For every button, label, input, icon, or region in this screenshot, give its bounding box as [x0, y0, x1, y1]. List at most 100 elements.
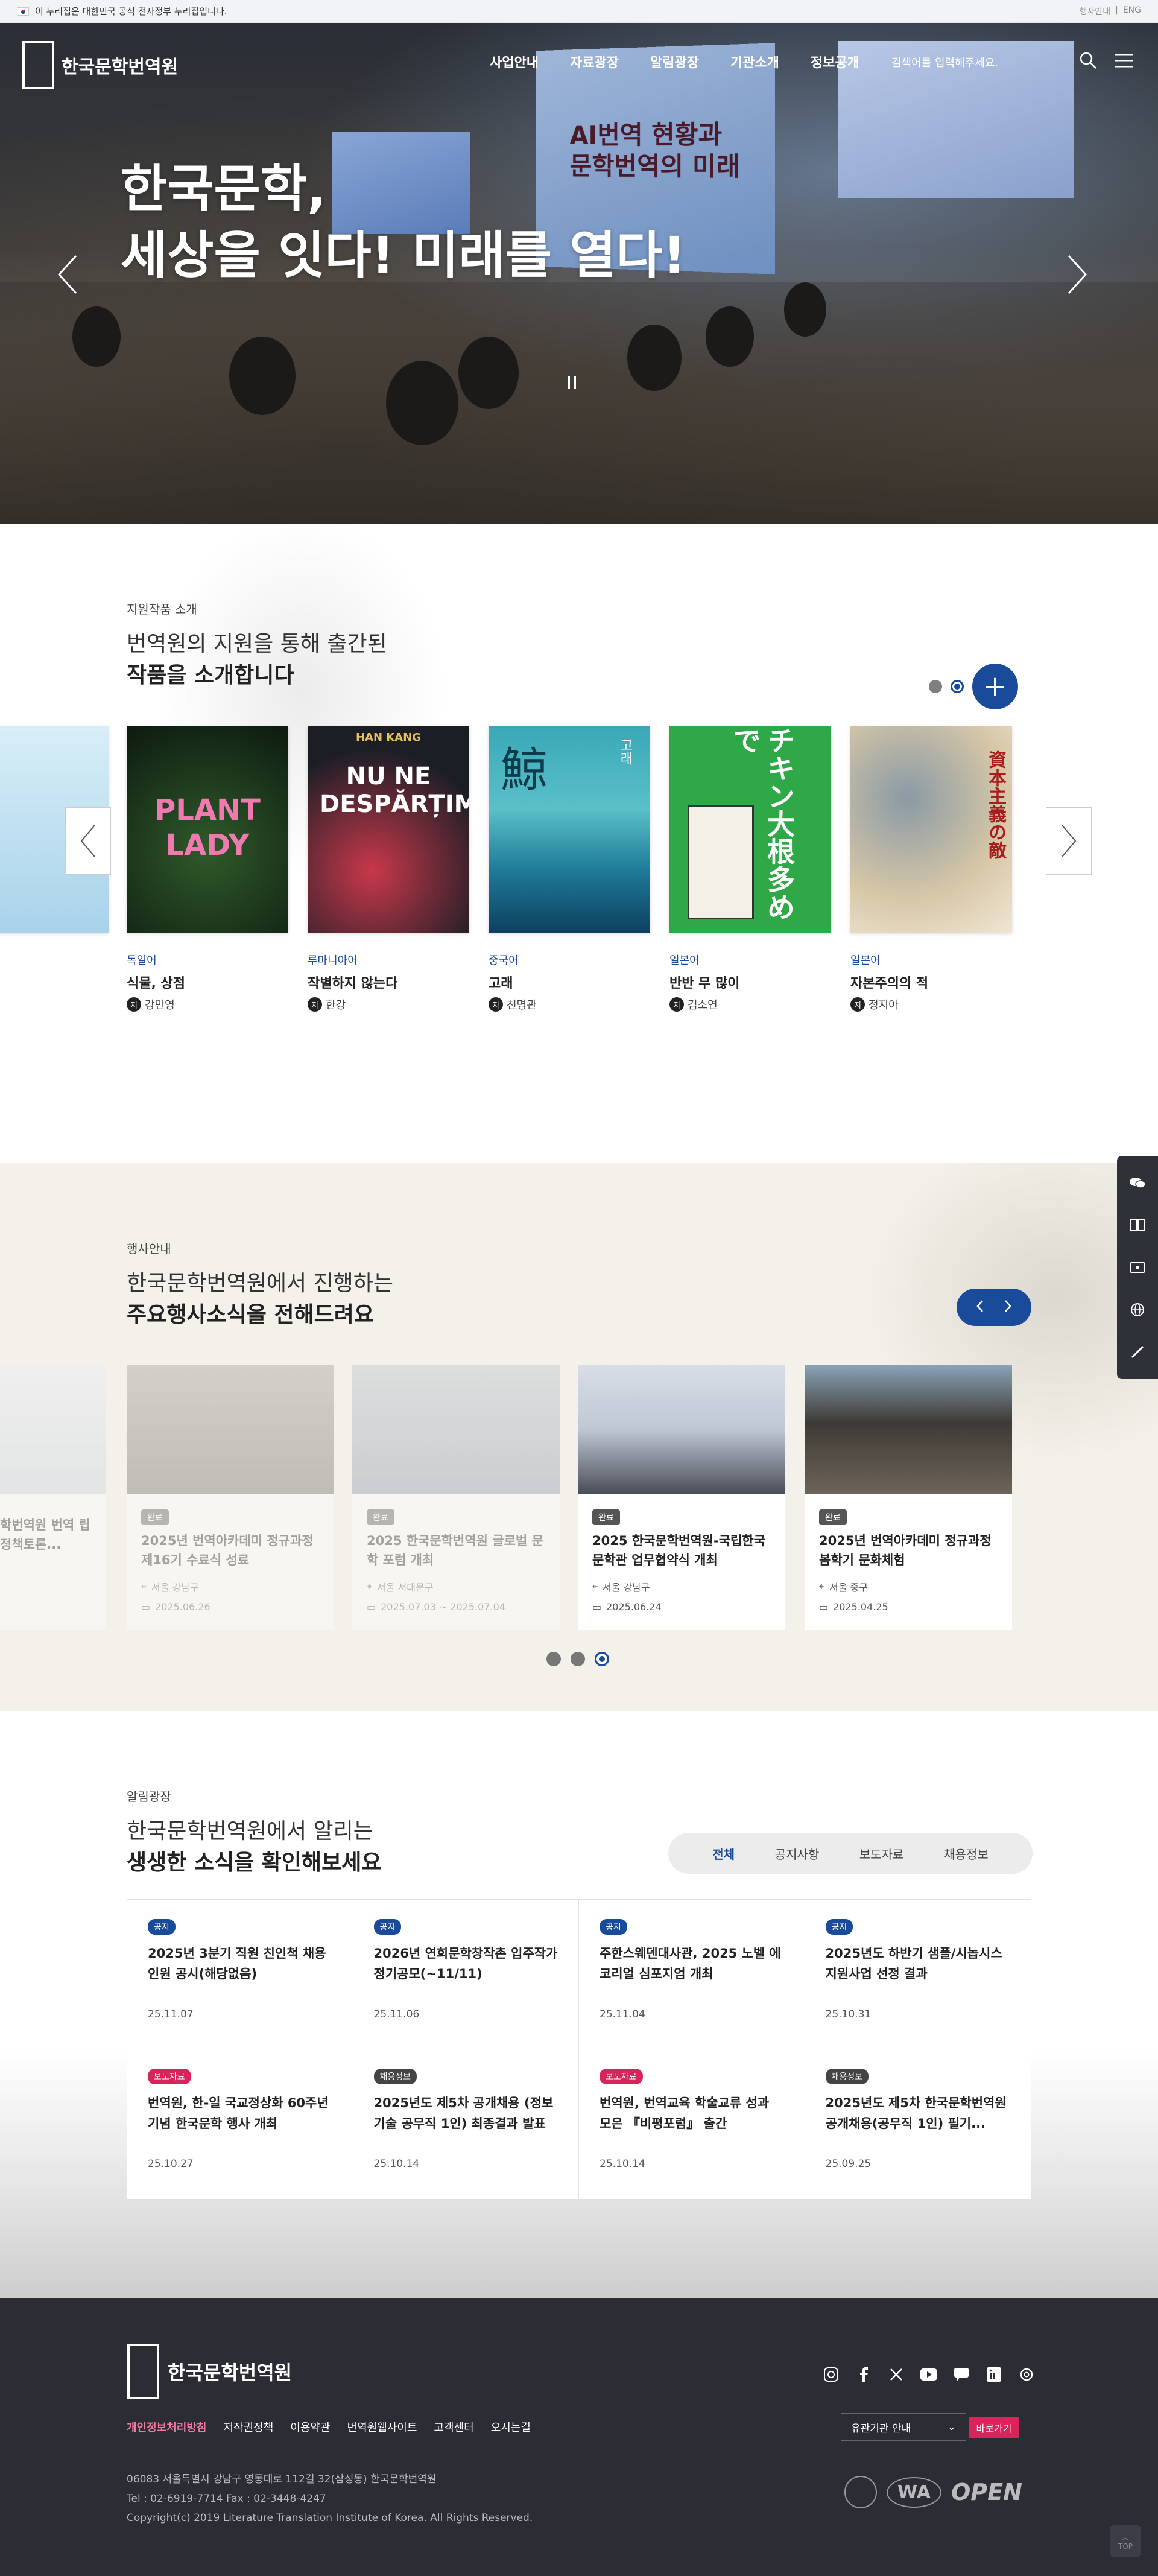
- book-card[interactable]: HAN KANG NU NE DESPĂRȚIM 루마니아어 작별하지 않는다 …: [308, 726, 469, 1012]
- hero-audience: [0, 282, 1158, 524]
- menu-icon[interactable]: [1113, 49, 1135, 71]
- notice-title: 번역원, 한-일 국교정상화 60주년 기념 한국문학 행사 개최: [148, 2096, 329, 2131]
- footer-link-support[interactable]: 고객센터: [434, 2419, 473, 2435]
- notice-title: 2025년도 제5차 한국문학번역원 공개채용(공무직 1인) 필기...: [825, 2096, 1007, 2131]
- event-card[interactable]: 완료 2025년 번역아카데미 정규과정 봄학기 문화체험 ⌖ 서울 중구 ▭ 20…: [805, 1365, 1012, 1630]
- tab-jobs[interactable]: 채용정보: [944, 1845, 989, 1862]
- x-icon[interactable]: [888, 2366, 905, 2383]
- gov-link-eng[interactable]: ENG: [1123, 5, 1141, 17]
- chat-icon[interactable]: [953, 2366, 970, 2383]
- book-language: 일본어: [669, 954, 700, 967]
- author-badge-icon: 지: [850, 997, 865, 1012]
- events-dot-2[interactable]: [571, 1652, 585, 1666]
- notices-grid: 공지 2025년 3분기 직원 친인척 채용 인원 공시(해당없음) 25.11…: [127, 1899, 1031, 2200]
- books-pagination: +: [929, 664, 1018, 709]
- book-language: 루마니아어: [308, 954, 358, 967]
- book-title: 식물, 상점: [127, 976, 185, 991]
- footer-link-websites[interactable]: 번역원웹사이트: [347, 2419, 417, 2435]
- book-icon[interactable]: [1127, 1215, 1148, 1236]
- youtube-icon[interactable]: [920, 2366, 937, 2383]
- ticket-icon[interactable]: [1127, 1257, 1148, 1278]
- footer-certifications: WA OPEN: [844, 2476, 1022, 2508]
- calendar-icon: ▭: [367, 1601, 376, 1613]
- events-next-icon[interactable]: [1003, 1299, 1013, 1316]
- notice-item[interactable]: 채용정보 2025년도 제5차 한국문학번역원 공개채용(공무직 1인) 필기.…: [805, 2049, 1031, 2199]
- search-input[interactable]: 검색어를 입력해주세요.: [891, 54, 998, 70]
- event-title: 2025 한국문학번역원-국립한국문학관 업무협약식 개최: [592, 1534, 765, 1567]
- nav-notices[interactable]: 알림광장: [650, 52, 699, 71]
- books-dot-1[interactable]: [929, 680, 942, 693]
- globe-icon[interactable]: [1127, 1299, 1148, 1320]
- hero-prev-arrow[interactable]: [55, 253, 80, 296]
- footer-link-directions[interactable]: 오시는길: [491, 2419, 531, 2435]
- notice-item[interactable]: 공지 2025년도 하반기 샘플/시놉시스 지원사업 선정 결과 25.10.3…: [805, 1900, 1031, 2049]
- related-agencies-select[interactable]: 유관기관 안내 ⌄: [841, 2413, 966, 2441]
- nav-about[interactable]: 기관소개: [730, 52, 779, 71]
- event-card[interactable]: 완료 2025년 번역아카데미 정규과정 제16기 수료식 성료 ⌖ 서울 강남구…: [127, 1365, 334, 1630]
- nav-business[interactable]: 사업안내: [490, 52, 539, 71]
- notice-item[interactable]: 공지 2025년 3분기 직원 친인척 채용 인원 공시(해당없음) 25.11…: [127, 1900, 353, 2049]
- event-card[interactable]: 학번역원 번역 립 정책토론...: [0, 1365, 106, 1630]
- tab-all[interactable]: 전체: [712, 1845, 735, 1862]
- notice-item[interactable]: 채용정보 2025년도 제5차 공개채용 (정보기술 공무직 1인) 최종결과 …: [353, 2049, 579, 2199]
- book-author: 지 천명관: [489, 997, 650, 1012]
- author-badge-icon: 지: [127, 997, 141, 1012]
- goto-button[interactable]: 바로가기: [969, 2417, 1019, 2438]
- hero-next-arrow[interactable]: [1065, 253, 1089, 296]
- events-dot-3[interactable]: [595, 1652, 609, 1666]
- nav-disclosure[interactable]: 정보공개: [811, 52, 859, 71]
- arrow-up-icon: ︿: [1121, 2533, 1129, 2542]
- notice-date: 25.10.31: [825, 2008, 872, 2020]
- footer-link-copyright[interactable]: 저작권정책: [223, 2419, 273, 2435]
- tab-notice[interactable]: 공지사항: [775, 1845, 820, 1862]
- events-dot-1[interactable]: [546, 1652, 561, 1666]
- events-prev-icon[interactable]: [975, 1299, 985, 1316]
- facebook-icon[interactable]: [855, 2366, 872, 2383]
- books-dot-2[interactable]: [951, 680, 964, 693]
- footer-link-privacy[interactable]: 개인정보처리방침: [127, 2419, 206, 2435]
- book-card[interactable]: チキン大根多めで 일본어 반반 무 많이 지 김소연: [669, 726, 831, 1012]
- chat-bubble-icon[interactable]: [1127, 1173, 1148, 1193]
- event-status-badge: 완료: [367, 1509, 394, 1525]
- tab-press[interactable]: 보도자료: [859, 1845, 904, 1862]
- books-section: 지원작품 소개 번역원의 지원을 통해 출간된 작품을 소개합니다 + 호태 P…: [0, 524, 1158, 1163]
- search-icon[interactable]: [1077, 49, 1099, 71]
- book-title: 반반 무 많이: [669, 976, 740, 991]
- notice-title: 2025년도 제5차 공개채용 (정보기술 공무직 1인) 최종결과 발표: [373, 2096, 554, 2131]
- book-cover: PLANT LADY: [127, 726, 288, 933]
- books-prev-arrow[interactable]: [65, 807, 111, 875]
- notice-item[interactable]: 공지 주한스웨덴대사관, 2025 노벨 에코리얼 심포지엄 개최 25.11.…: [579, 1900, 805, 2049]
- book-card[interactable]: PLANT LADY 독일어 식물, 상점 지 강민영: [127, 726, 288, 1012]
- calendar-icon: ▭: [592, 1601, 602, 1613]
- event-card[interactable]: 완료 2025 한국문학번역원 글로벌 문학 포럼 개최 ⌖ 서울 서대문구 ▭ 2…: [352, 1365, 560, 1630]
- back-to-top-button[interactable]: ︿ TOP: [1110, 2525, 1141, 2557]
- gov-link-events[interactable]: 행사안내: [1080, 5, 1111, 17]
- footer-link-terms[interactable]: 이용약관: [290, 2419, 330, 2435]
- hero-pause-icon[interactable]: [566, 375, 578, 390]
- hero-headline: 한국문학, 세상을 잇다! 미래를 열다!: [121, 159, 686, 285]
- author-badge-icon: 지: [308, 997, 322, 1012]
- book-card[interactable]: 鯨 고래 중국어 고래 지 천명관: [489, 726, 650, 1012]
- notice-item[interactable]: 보도자료 번역원, 한-일 국교정상화 60주년 기념 한국문학 행사 개최 2…: [127, 2049, 353, 2199]
- job-badge: 채용정보: [825, 2069, 869, 2084]
- notice-date: 25.09.25: [825, 2158, 872, 2170]
- notice-item[interactable]: 보도자료 번역원, 번역교육 학술교류 성과 모은 『비평포럼』 출간 25.1…: [579, 2049, 805, 2199]
- notice-title: 번역원, 번역교육 학술교류 성과 모은 『비평포럼』 출간: [600, 2096, 770, 2131]
- book-card[interactable]: 資本主義の敵 일본어 자본주의의 적 지 정지아: [850, 726, 1012, 1012]
- books-more-button[interactable]: +: [972, 664, 1018, 709]
- pen-icon[interactable]: [1127, 1342, 1148, 1362]
- books-next-arrow[interactable]: [1046, 807, 1092, 875]
- threads-icon[interactable]: [1018, 2366, 1035, 2383]
- linkedin-icon[interactable]: [986, 2366, 1002, 2383]
- footer-address: 06083 서울특별시 강남구 영동대로 112길 32(삼성동) 한국문학번역…: [127, 2473, 533, 2524]
- event-card[interactable]: 완료 2025 한국문학번역원-국립한국문학관 업무협약식 개최 ⌖ 서울 강남구…: [578, 1365, 785, 1630]
- author-badge-icon: 지: [669, 997, 684, 1012]
- notice-item[interactable]: 공지 2026년 연희문학창작촌 입주작가 정기공모(~11/11) 25.11…: [353, 1900, 579, 2049]
- notice-date: 25.11.06: [373, 2008, 420, 2020]
- notice-badge: 공지: [148, 1919, 176, 1935]
- notice-badge: 공지: [825, 1919, 853, 1935]
- nav-resources[interactable]: 자료광장: [570, 52, 619, 71]
- footer-logo[interactable]: 한국문학번역원: [127, 2344, 292, 2399]
- instagram-icon[interactable]: [823, 2366, 840, 2383]
- site-logo[interactable]: 한국문학번역원: [22, 41, 178, 89]
